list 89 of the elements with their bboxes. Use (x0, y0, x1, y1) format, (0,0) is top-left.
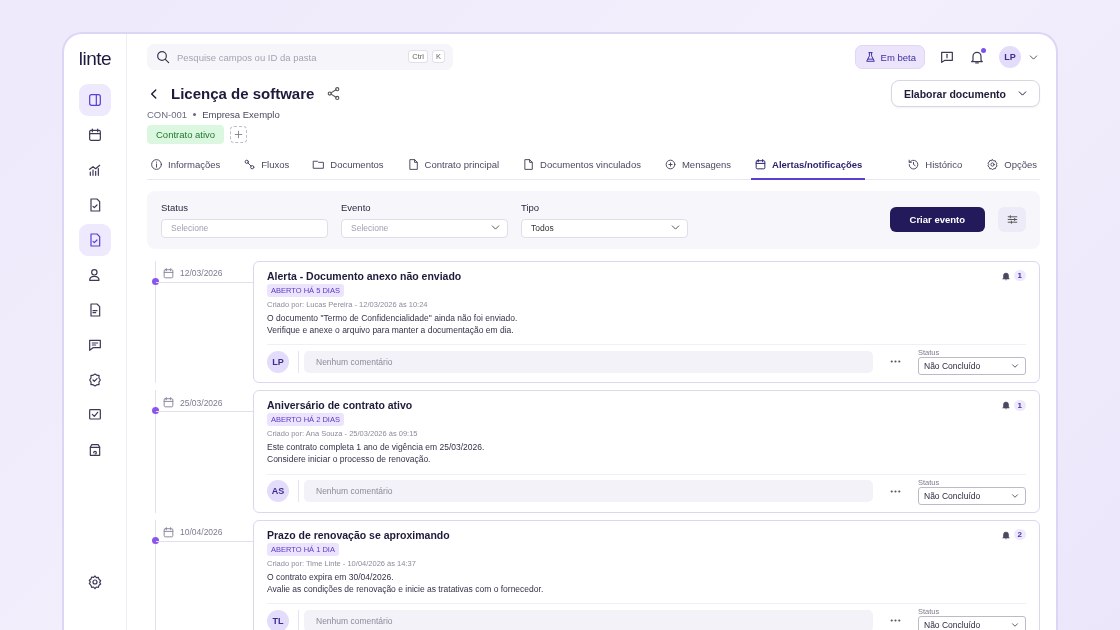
comment-field[interactable]: Nenhum comentário (304, 609, 873, 630)
notification-count: 1 (1013, 270, 1026, 281)
create-document-button[interactable]: Elaborar documento (890, 80, 1040, 107)
tab[interactable]: Fluxos (240, 154, 293, 180)
bell-icon (1000, 270, 1011, 281)
contract-code: CON-001 (147, 109, 188, 120)
tab[interactable]: Opções (983, 154, 1040, 180)
tab[interactable]: Mensagens (660, 154, 735, 180)
event-title: Alerta - Documento anexo não enviado (267, 269, 462, 282)
event-description: Considere iniciar o processo de renovação. (267, 453, 431, 466)
document-icon (87, 302, 103, 318)
more-icon[interactable] (889, 488, 902, 494)
filter-label: Evento (341, 202, 372, 213)
filter-label: Status (161, 202, 189, 213)
info-icon (150, 158, 163, 171)
message-icon (87, 337, 103, 353)
document-check-icon (87, 232, 103, 248)
calendar-icon (162, 525, 175, 539)
user-avatar: TL (267, 609, 289, 630)
event-description: O contrato expira em 30/04/2026. (267, 570, 394, 584)
calendar-icon (162, 396, 175, 410)
document-check-icon (87, 197, 103, 213)
company-name: Empresa Exemplo (202, 109, 280, 120)
share-icon[interactable] (326, 86, 342, 101)
event-date: 25/03/2026 (180, 397, 223, 408)
comment-field[interactable]: Nenhum comentário (304, 350, 873, 373)
event-date: 10/04/2026 (180, 527, 223, 538)
feedback-icon[interactable] (939, 49, 955, 65)
user-icon (87, 267, 103, 283)
folder-icon (312, 158, 326, 171)
event-description: Avalie as condições de renovação e inicie as tratativas com o fornecedor. (267, 583, 544, 596)
filter-label: Tipo (521, 202, 541, 213)
event-description: O documento "Termo de Confidencialidade" ainda não foi enviado. (267, 311, 518, 324)
status-select[interactable]: Não Concluído (918, 616, 1026, 630)
user-avatar: LP (267, 350, 289, 373)
archive-icon (87, 442, 103, 458)
bar-chart-icon (87, 162, 103, 178)
panel-icon (87, 92, 103, 108)
filter-field[interactable]: Selecione (161, 218, 328, 238)
more-icon[interactable] (889, 359, 902, 365)
user-avatar[interactable]: LP (999, 46, 1021, 68)
badge-check-icon (87, 372, 103, 388)
timeline-dot (152, 277, 159, 285)
logo: linte (78, 48, 112, 70)
flow-icon (243, 158, 257, 171)
chevron-down-icon (1010, 620, 1020, 630)
tab[interactable]: Documentos (309, 154, 387, 180)
beta-button[interactable]: Em beta (854, 45, 925, 69)
sliders-icon (1005, 213, 1019, 227)
settings-icon (986, 158, 1000, 171)
filter-settings-button[interactable] (998, 207, 1026, 233)
settings-icon (87, 574, 103, 590)
notifications-button[interactable] (969, 49, 985, 65)
status-select[interactable]: Não Concluído (918, 486, 1026, 505)
history-icon (907, 158, 921, 171)
tab[interactable]: Histórico (904, 154, 966, 180)
event-date: 12/03/2026 (180, 268, 223, 278)
file-icon (522, 158, 536, 171)
checkbox-icon (87, 407, 103, 423)
filter-select[interactable]: Selecione (341, 218, 508, 238)
bell-icon (1000, 529, 1011, 540)
timeline-dot (152, 536, 159, 544)
tab[interactable]: Alertas/notificações (751, 154, 866, 180)
search-icon (155, 49, 171, 65)
notification-count: 2 (1013, 529, 1026, 541)
flask-icon (863, 50, 877, 64)
status-tag: Contrato ativo (147, 125, 225, 144)
event-title: Prazo de renovação se aproximando (267, 528, 450, 541)
comment-field[interactable]: Nenhum comentário (304, 480, 873, 503)
page-title: Licença de software (171, 85, 315, 102)
event-description: Este contrato completa 1 ano de vigência em 25/03/2026. (267, 441, 485, 454)
bell-icon (1000, 400, 1011, 411)
tab[interactable]: Informações (147, 154, 224, 180)
create-event-button[interactable]: Criar evento (889, 207, 985, 233)
more-icon[interactable] (889, 618, 902, 624)
sidebar-item[interactable] (79, 84, 111, 116)
status-select[interactable]: Não Concluído (918, 357, 1026, 376)
calendar-icon (87, 127, 103, 143)
event-title: Aniversário de contrato ativo (267, 399, 413, 412)
add-tag-button[interactable] (230, 126, 248, 143)
calendar-icon (754, 158, 768, 171)
user-avatar: AS (267, 480, 289, 503)
tab[interactable]: Contrato principal (403, 154, 503, 180)
tab[interactable]: Documentos vinculados (519, 154, 644, 180)
notification-count: 1 (1013, 399, 1026, 411)
calendar-icon (162, 266, 175, 280)
filter-select[interactable]: Todos (521, 218, 688, 238)
event-description: Verifique e anexe o arquivo para manter a documentação em dia. (267, 323, 514, 337)
timeline-dot (152, 407, 159, 415)
